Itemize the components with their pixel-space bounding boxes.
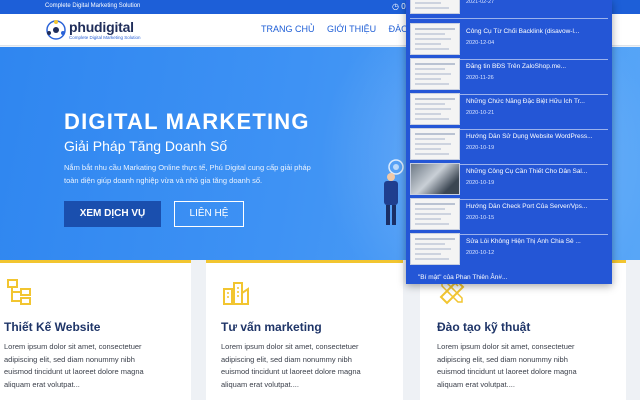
post-item[interactable]: Những Chức Năng Đặc Biệt Hữu Ích Tr... 2… <box>410 93 608 130</box>
post-title: Công Cụ Từ Chối Backlink (disavow-l... <box>466 28 580 35</box>
post-thumbnail <box>410 23 460 55</box>
post-date: 2021-02-27 <box>466 0 495 5</box>
flowchart-icon <box>7 279 31 305</box>
service-card-title: Thiết Kế Website <box>4 320 101 334</box>
popup-footer-post[interactable]: "Bí mật" của Phan Thiên Ân#... <box>418 274 507 281</box>
nav-item-home[interactable]: TRANG CHỦ <box>261 24 315 34</box>
logo-slogan: Complete Digital Marketing Solution <box>69 35 141 40</box>
post-title: Sửa Lỗi Không Hiện Thị Ảnh Chia Sẻ ... <box>466 238 581 245</box>
post-item[interactable]: Sửa Lỗi Không Hiện Thị Ảnh Chia Sẻ ... 2… <box>410 233 608 265</box>
nav-item-about[interactable]: GIỚI THIỆU <box>327 24 376 34</box>
post-title: Hướng Dẫn Sử Dụng Website WordPress... <box>466 133 593 140</box>
hero-description: Nắm bắt nhu cầu Markating Online thực tế… <box>64 163 311 185</box>
post-thumbnail <box>410 128 460 160</box>
logo-icon <box>46 20 66 40</box>
post-thumbnail <box>410 58 460 90</box>
service-card-title: Đào tạo kỹ thuật <box>437 320 531 334</box>
service-card-body: Lorem ipsum dolor sit amet, consectetuer… <box>437 342 577 389</box>
divider <box>410 18 608 19</box>
post-date: 2020-10-21 <box>466 110 495 116</box>
service-card-title: Tư vấn marketing <box>221 320 322 334</box>
post-date: 2020-10-12 <box>466 250 495 256</box>
site-logo[interactable]: phudigital Complete Digital Marketing So… <box>45 17 155 43</box>
service-card-web-design[interactable]: Thiết Kế Website Lorem ipsum dolor sit a… <box>0 260 191 400</box>
post-title: Những Chức Năng Đặc Biệt Hữu Ích Tr... <box>466 98 585 105</box>
post-item[interactable]: 2021-02-27 <box>410 0 608 19</box>
post-item[interactable]: Hướng Dẫn Check Port Của Server/Vps... 2… <box>410 198 608 235</box>
post-date: 2020-12-04 <box>466 40 495 46</box>
post-title: Hướng Dẫn Check Port Của Server/Vps... <box>466 203 588 210</box>
top-bar-tagline: Complete Digital Marketing Solution <box>45 3 141 9</box>
nav-menu: TRANG CHỦ GIỚI THIỆU ĐÀO T <box>261 24 426 34</box>
post-thumbnail <box>410 93 460 125</box>
post-thumbnail <box>410 0 460 14</box>
post-date: 2020-11-26 <box>466 75 494 81</box>
post-item[interactable]: Hướng Dẫn Sử Dụng Website WordPress... 2… <box>410 128 608 165</box>
recent-posts-popup: 2021-02-27 Công Cụ Từ Chối Backlink (dis… <box>406 0 612 284</box>
buildings-chart-icon <box>223 282 249 305</box>
post-item[interactable]: Công Cụ Từ Chối Backlink (disavow-l... 2… <box>410 23 608 60</box>
post-date: 2020-10-19 <box>466 180 495 186</box>
post-item[interactable]: Những Công Cụ Cần Thiết Cho Dân Sal... 2… <box>410 163 608 200</box>
post-thumbnail <box>410 233 460 265</box>
post-date: 2020-10-15 <box>466 215 495 221</box>
post-thumbnail <box>410 198 460 230</box>
post-title: Đăng tin BĐS Trên ZaloShop.me... <box>466 63 567 70</box>
service-card-marketing-consulting[interactable]: Tư vấn marketing Lorem ipsum dolor sit a… <box>206 260 403 400</box>
post-title: Những Công Cụ Cần Thiết Cho Dân Sal... <box>466 168 588 175</box>
post-item[interactable]: Đăng tin BĐS Trên ZaloShop.me... 2020-11… <box>410 58 608 95</box>
logo-brand: phudigital <box>69 19 134 35</box>
post-thumbnail <box>410 163 460 195</box>
service-card-body: Lorem ipsum dolor sit amet, consectetuer… <box>221 342 361 389</box>
contact-button[interactable]: LIÊN HỆ <box>174 201 244 227</box>
clock-icon: ◷ 0 <box>392 2 406 11</box>
view-services-button[interactable]: XEM DỊCH VỤ <box>64 201 161 227</box>
hero-subtitle: Giải Pháp Tăng Doanh Số <box>64 138 228 154</box>
hero-title: DIGITAL MARKETING <box>64 109 310 134</box>
post-date: 2020-10-19 <box>466 145 495 151</box>
service-card-body: Lorem ipsum dolor sit amet, consectetuer… <box>4 342 144 389</box>
